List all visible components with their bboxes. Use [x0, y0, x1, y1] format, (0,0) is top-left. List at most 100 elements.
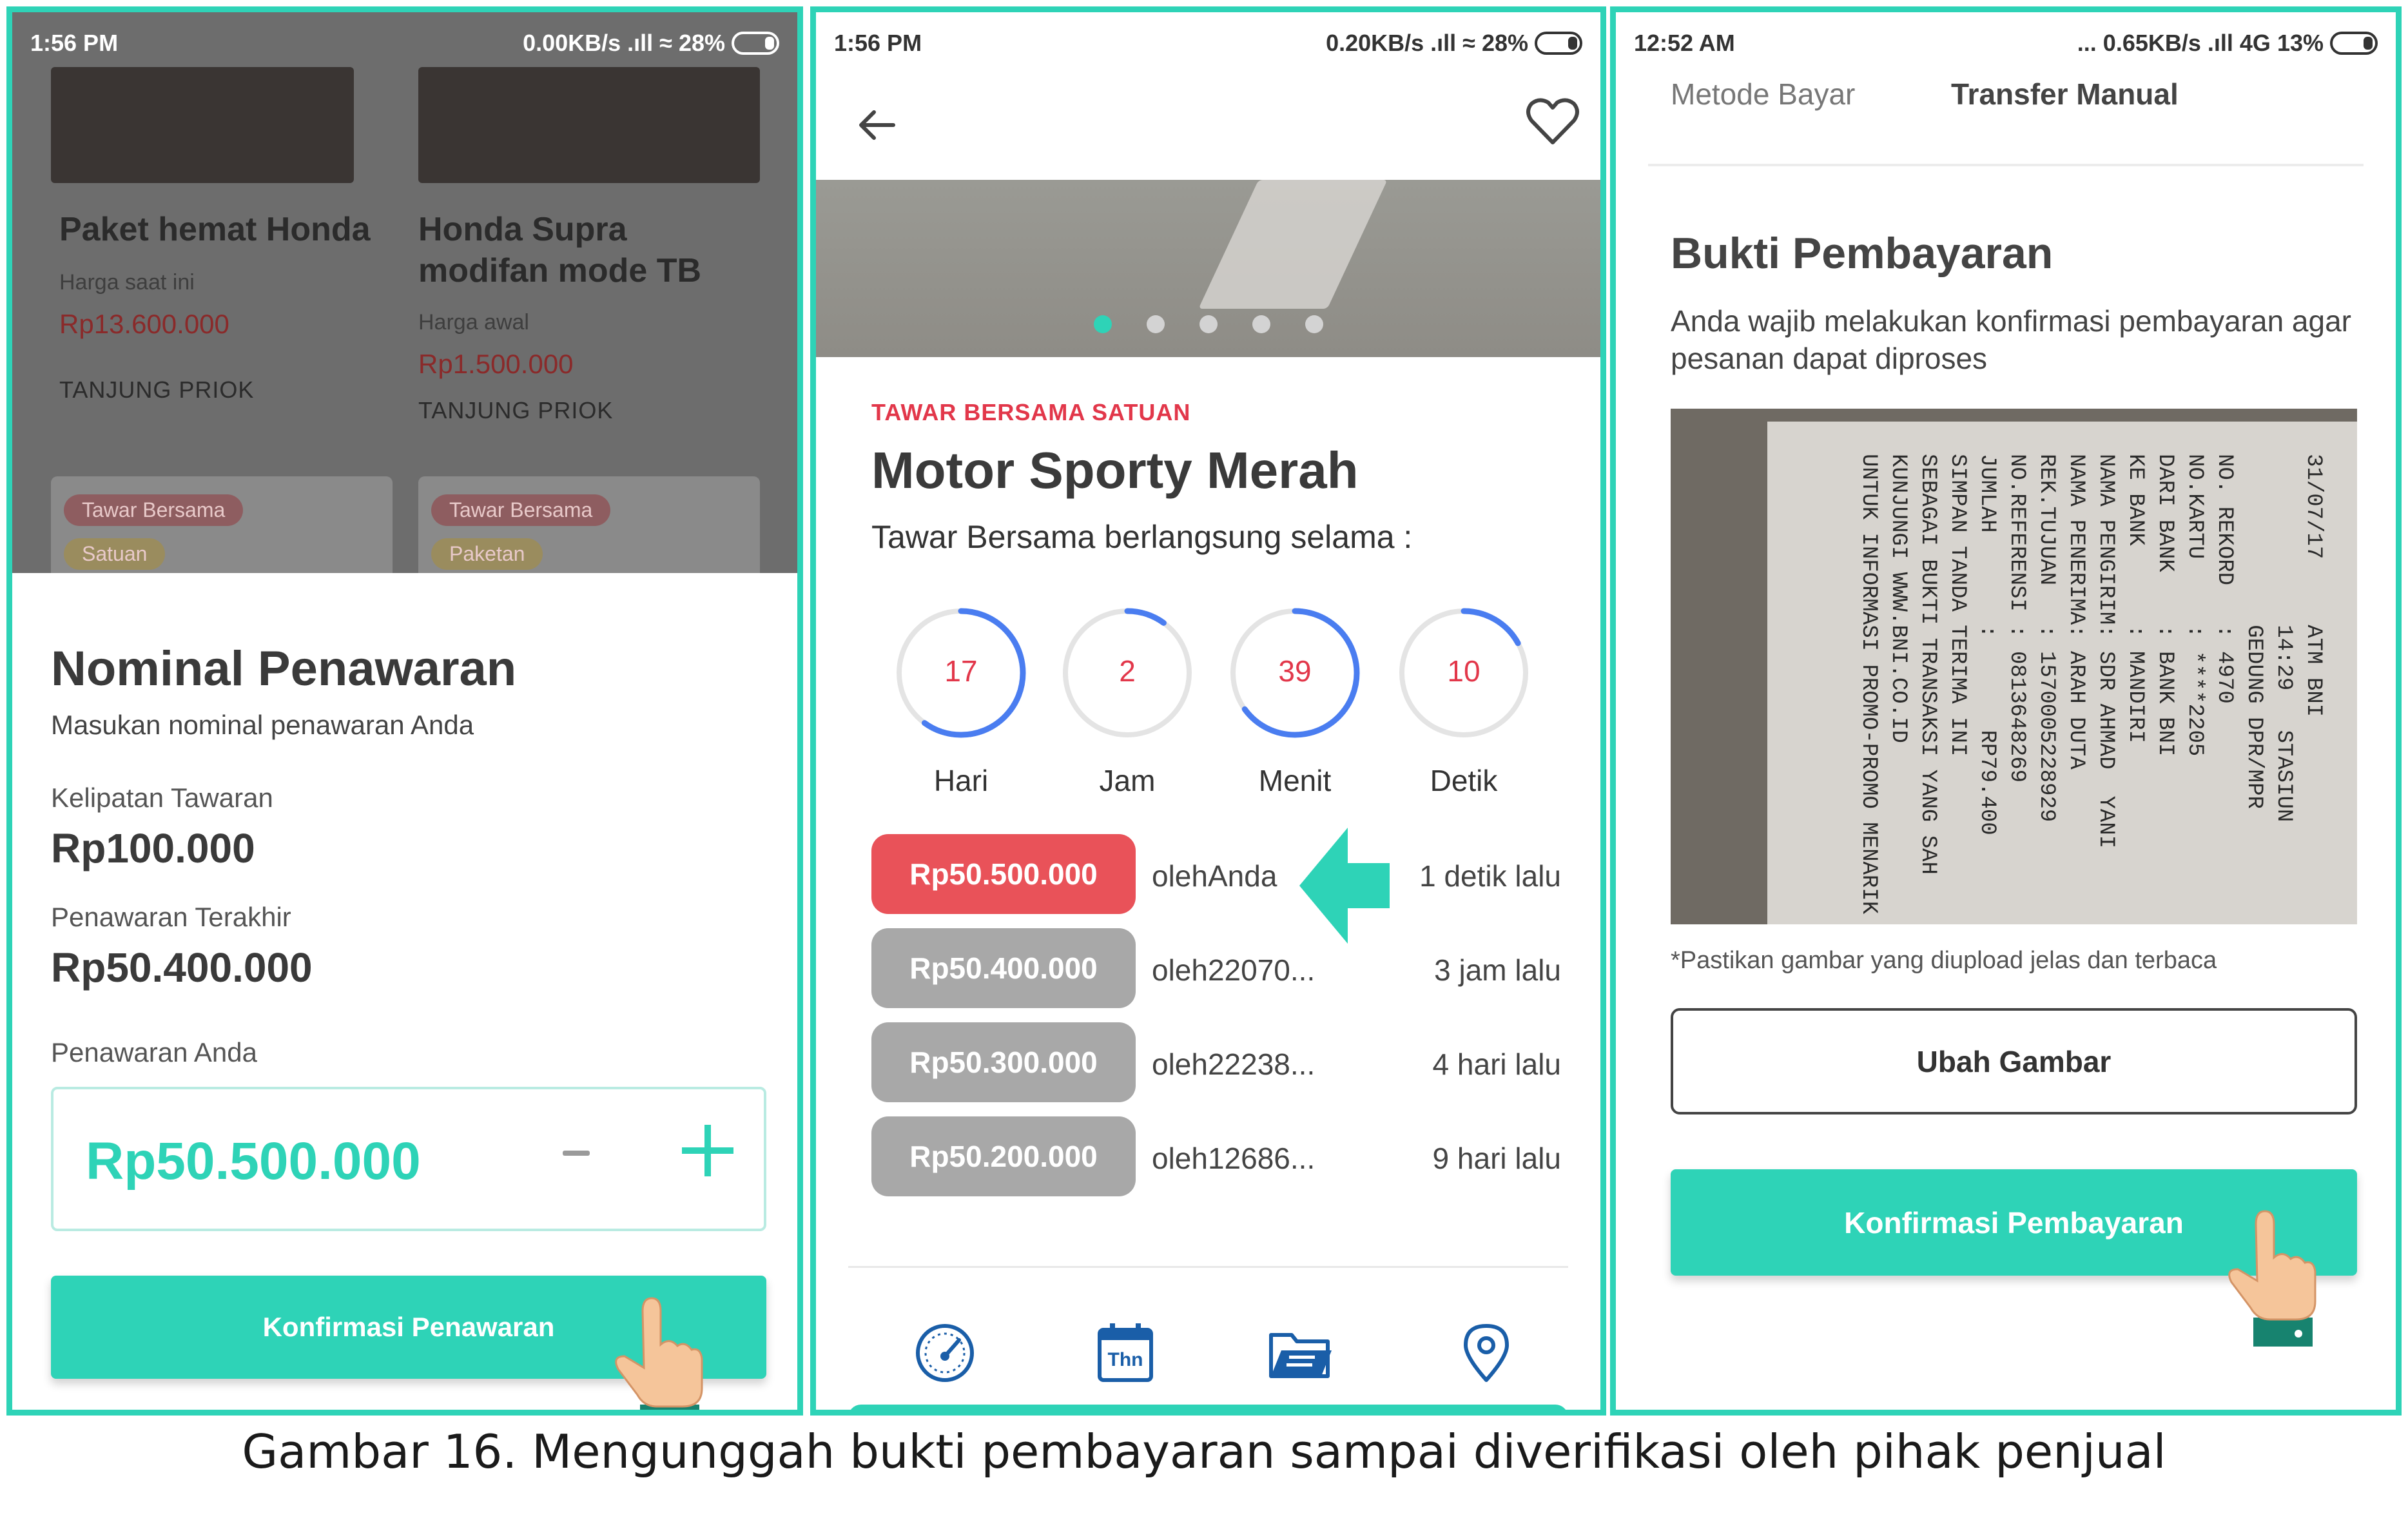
- product-title[interactable]: modifan mode TB: [418, 250, 701, 291]
- carousel-dot[interactable]: [1305, 315, 1323, 333]
- battery-level: 28%: [678, 29, 725, 56]
- figure-caption: Gambar 16. Mengunggah bukti pembayaran s…: [242, 1425, 2166, 1479]
- product-card[interactable]: Tawar Bersama Paketan: [418, 476, 760, 579]
- receipt-line: UNTUK INFORMASI PROMO-PROMO MENARIK: [1856, 454, 1881, 915]
- bid-amount: Rp50.200.000: [871, 1116, 1136, 1196]
- wifi-icon: ≈: [659, 29, 672, 56]
- carousel-dot[interactable]: [1093, 315, 1112, 333]
- location-pin-icon[interactable]: [1454, 1321, 1519, 1385]
- auction-type-tag: TAWAR BERSAMA SATUAN: [871, 399, 1191, 425]
- bid-amount: Rp50.500.000: [871, 834, 1136, 914]
- bidder-name: oleh22070...: [1152, 953, 1316, 987]
- calendar-label: Thn: [1107, 1349, 1143, 1370]
- receipt-line: KUNJUNGI WWW.BNI.CO.ID: [1886, 454, 1910, 743]
- receipt-line: 14:29 STASIUN: [2271, 454, 2296, 822]
- upload-hint: *Pastikan gambar yang diupload jelas dan…: [1671, 947, 2217, 974]
- change-image-button[interactable]: Ubah Gambar: [1671, 1008, 2357, 1114]
- receipt-line: NAMA PENGIRIM: SDR AHMAD YANI: [2093, 454, 2118, 849]
- bid-amount: Rp50.400.000: [871, 928, 1136, 1008]
- receipt-paper: 31/07/17 ATM BNI 14:29 STASIUN GEDUNG DP…: [1767, 422, 2357, 924]
- receipt-line: NO. REKORD : 4970: [2212, 454, 2237, 704]
- timer-label: Hari: [933, 764, 989, 797]
- multiple-value: Rp100.000: [51, 825, 255, 871]
- product-location: TANJUNG PRIOK: [418, 397, 614, 423]
- status-bar: 1:56 PM 0.20KB/s .ıll ≈ 28%: [816, 12, 1600, 73]
- receipt-text: 31/07/17 ATM BNI 14:29 STASIUN GEDUNG DP…: [1856, 454, 2328, 924]
- network-speed: 0.20KB/s .ıll: [1326, 29, 1457, 56]
- pointer-arrow-icon: [1299, 828, 1390, 944]
- battery-icon: [732, 31, 779, 55]
- back-arrow-icon[interactable]: [855, 102, 900, 148]
- your-offer-label: Penawaran Anda: [51, 1037, 257, 1067]
- battery-icon: [1535, 31, 1582, 55]
- product-price: Rp13.600.000: [59, 309, 229, 339]
- folder-icon[interactable]: [1267, 1321, 1332, 1385]
- bid-amount: Rp50.300.000: [871, 1022, 1136, 1102]
- battery-level: 28%: [1481, 29, 1528, 56]
- receipt-line: NO.KARTU : ****2205: [2182, 454, 2207, 757]
- product-location: TANJUNG PRIOK: [59, 376, 255, 403]
- calendar-icon[interactable]: Thn: [1093, 1321, 1158, 1385]
- battery-icon: [2330, 31, 2378, 55]
- carousel-dot[interactable]: [1199, 315, 1218, 333]
- increment-button[interactable]: [682, 1125, 733, 1176]
- product-card[interactable]: Tawar Bersama Satuan: [51, 476, 393, 579]
- offer-value[interactable]: Rp50.500.000: [86, 1131, 421, 1192]
- payment-method-value: Transfer Manual: [1951, 77, 2179, 111]
- product-image[interactable]: [418, 67, 760, 183]
- timer-value: 17: [944, 654, 978, 688]
- bid-row: Rp50.200.000 oleh12686... 9 hari lalu: [871, 1116, 1561, 1196]
- battery-level: 13%: [2277, 29, 2324, 56]
- offer-input[interactable]: Rp50.500.000: [51, 1087, 766, 1231]
- bidder-name: oleh22238...: [1152, 1047, 1316, 1081]
- heart-icon[interactable]: [1525, 96, 1580, 148]
- bid-time: 4 hari lalu: [1432, 1047, 1561, 1081]
- bid-row: Rp50.500.000 olehAnda 1 detik lalu: [871, 834, 1561, 914]
- decrement-button[interactable]: [563, 1151, 590, 1156]
- bid-time: 3 jam lalu: [1434, 953, 1561, 987]
- status-time: 12:52 AM: [1634, 29, 1735, 56]
- bottom-sheet: Nominal Penawaran Masukan nominal penawa…: [12, 573, 797, 1410]
- receipt-line: REK.TUJUAN : 1570005228929: [2034, 454, 2059, 822]
- price-label: Harga awal: [418, 310, 529, 335]
- bottom-action-bar[interactable]: [848, 1405, 1568, 1410]
- screen-bukti-pembayaran: 12:52 AM ... 0.65KB/s .ıll 4G 13% Metode…: [1610, 6, 2402, 1416]
- timer-ring: 2: [1060, 605, 1195, 741]
- receipt-line: 31/07/17 ATM BNI: [2301, 454, 2325, 717]
- countdown-caption: Tawar Bersama berlangsung selama :: [871, 519, 1413, 555]
- receipt-line: GEDUNG DPR/MPR: [2242, 454, 2266, 809]
- speedometer-icon[interactable]: [913, 1321, 977, 1385]
- receipt-line: NO.REFERENSI : 0813648269: [2005, 454, 2029, 783]
- product-title: Motor Sporty Merah: [871, 442, 1359, 499]
- receipt-line: DARI BANK : BANK BNI: [2153, 454, 2177, 757]
- divider: [848, 1266, 1568, 1268]
- sheet-subtitle: Masukan nominal penawaran Anda: [51, 710, 474, 740]
- receipt-line: JUMLAH : RP79.400: [1975, 454, 1999, 835]
- product-photo: [1198, 180, 1388, 309]
- divider: [1648, 164, 2364, 166]
- timer-ring: 39: [1227, 605, 1363, 741]
- carousel-dot[interactable]: [1146, 315, 1165, 333]
- badge: Tawar Bersama: [431, 494, 611, 526]
- badge: Tawar Bersama: [64, 494, 244, 526]
- last-offer-value: Rp50.400.000: [51, 944, 313, 991]
- section-title: Bukti Pembayaran: [1671, 229, 2054, 278]
- timer-value: 39: [1278, 654, 1312, 688]
- timer-ring: 17: [893, 605, 1029, 741]
- bidder-name: oleh12686...: [1152, 1142, 1316, 1175]
- uploaded-receipt-image[interactable]: 31/07/17 ATM BNI 14:29 STASIUN GEDUNG DP…: [1671, 409, 2357, 924]
- bid-time: 9 hari lalu: [1432, 1142, 1561, 1175]
- bid-row: Rp50.400.000 oleh22070... 3 jam lalu: [871, 928, 1561, 1008]
- product-price: Rp1.500.000: [418, 349, 574, 379]
- section-description: Anda wajib melakukan konfirmasi pembayar…: [1671, 304, 2352, 375]
- status-time: 1:56 PM: [834, 29, 922, 56]
- last-offer-label: Penawaran Terakhir: [51, 902, 291, 932]
- carousel-dot[interactable]: [1252, 315, 1270, 333]
- product-image[interactable]: [51, 67, 354, 183]
- product-title[interactable]: Honda Supra: [418, 209, 627, 250]
- pointing-hand-icon: [615, 1297, 703, 1410]
- carousel-indicator[interactable]: [816, 315, 1600, 333]
- product-title[interactable]: Paket hemat Honda: [59, 209, 371, 250]
- timer-label: Jam: [1099, 764, 1156, 797]
- wifi-icon: ≈: [1462, 29, 1475, 56]
